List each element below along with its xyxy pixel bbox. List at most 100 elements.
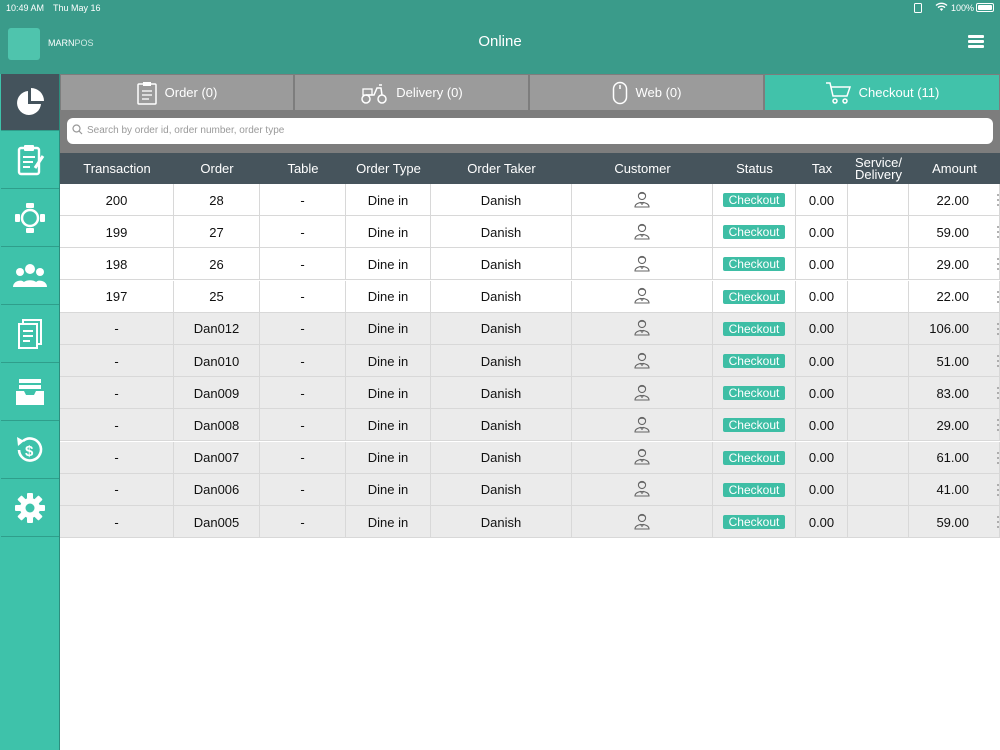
table-row[interactable]: 198 26- Dine in Danish Checkout 0.00 29.00	[60, 248, 1000, 281]
cell-status: Checkout	[713, 506, 796, 538]
cell-amount: 83.00	[909, 377, 1000, 410]
cell-customer	[572, 248, 713, 281]
cell-tax: 0.00	[796, 248, 848, 281]
tab-delivery[interactable]: Delivery (0)	[294, 74, 529, 111]
tab-checkout[interactable]: Checkout (11)	[764, 74, 1000, 111]
sidebar-item-refunds[interactable]: $	[1, 422, 59, 479]
battery-icon	[976, 3, 994, 12]
cell-service-delivery	[848, 184, 909, 216]
status-bar: 10:49 AM Thu May 16 100%	[0, 0, 1000, 16]
table-row[interactable]: - Dan009- Dine in Danish Checkout 0.00 83.00	[60, 377, 1000, 410]
cell-table: -	[260, 409, 346, 442]
column-header-amount: Amount	[932, 160, 977, 176]
sidebar-item-tables[interactable]	[1, 190, 59, 247]
cell-customer	[572, 280, 713, 313]
cell-order-type: Dine in	[346, 441, 431, 474]
receipt-icon	[18, 319, 42, 349]
tab-order[interactable]: Order (0)	[60, 74, 294, 111]
cell-customer	[572, 409, 713, 442]
app-header: 10:49 AM Thu May 16 100% MARNPOS Online	[0, 0, 1000, 74]
table-row[interactable]: - Dan005- Dine in Danish Checkout 0.00 59.00	[60, 506, 1000, 538]
cell-status: Checkout	[713, 473, 796, 506]
cell-amount: 41.00	[909, 473, 1000, 506]
sidebar-item-customers[interactable]	[1, 248, 59, 305]
customer-avatar-icon[interactable]	[633, 222, 651, 243]
status-badge: Checkout	[722, 321, 786, 336]
status-badge: Checkout	[722, 386, 786, 401]
cell-amount: 22.00	[909, 280, 1000, 313]
column-header-order: Order	[200, 160, 234, 176]
search-input[interactable]	[87, 120, 967, 140]
customer-avatar-icon[interactable]	[633, 415, 651, 436]
cell-amount: 59.00	[909, 216, 1000, 249]
table-row[interactable]: - Dan007- Dine in Danish Checkout 0.00 61.00	[60, 441, 1000, 474]
sidebar-item-settings[interactable]	[1, 480, 59, 537]
cell-order-type: Dine in	[346, 345, 431, 377]
column-header-transaction: Transaction	[83, 160, 151, 176]
status-date: Thu May 16	[53, 3, 101, 13]
cell-service-delivery	[848, 248, 909, 281]
customer-avatar-icon[interactable]	[633, 190, 651, 211]
customer-avatar-icon[interactable]	[633, 447, 651, 468]
table-row[interactable]: - Dan006- Dine in Danish Checkout 0.00 41.00	[60, 473, 1000, 506]
cell-service-delivery	[848, 280, 909, 313]
sidebar-item-dashboard[interactable]	[1, 74, 59, 131]
cell-table: -	[260, 345, 346, 377]
cell-table: -	[260, 248, 346, 281]
column-header-table: Table	[287, 160, 319, 176]
table-row[interactable]: - Dan010- Dine in Danish Checkout 0.00 51.00	[60, 345, 1000, 377]
tab-order-label: Order (0)	[164, 85, 218, 100]
table-header: Transaction Order Table Order Type Order Tak…	[60, 153, 1000, 184]
cell-order-taker: Danish	[431, 377, 572, 410]
cell-order-type: Dine in	[346, 377, 431, 410]
tab-web[interactable]: Web (0)	[529, 74, 764, 111]
table-row[interactable]: 197 25- Dine in Danish Checkout 0.00 22.00	[60, 280, 1000, 313]
cell-transaction: 200	[60, 184, 174, 216]
cell-status: Checkout	[713, 441, 796, 474]
customer-avatar-icon[interactable]	[633, 351, 651, 372]
sidebar-item-inventory[interactable]	[1, 364, 59, 421]
column-header-status: Status	[736, 160, 773, 176]
sidebar-item-orders[interactable]	[1, 132, 59, 189]
cell-tax: 0.00	[796, 345, 848, 377]
inbox-tray-icon	[16, 379, 44, 405]
cell-table: -	[260, 280, 346, 313]
cell-order-taker: Danish	[431, 506, 572, 538]
status-badge: Checkout	[722, 193, 786, 207]
cell-status: Checkout	[713, 345, 796, 377]
customer-avatar-icon[interactable]	[633, 383, 651, 404]
status-badge: Checkout	[722, 482, 786, 497]
cell-transaction: 199	[60, 216, 174, 249]
search-icon	[72, 124, 83, 135]
cell-order: Dan008	[174, 409, 260, 442]
cell-amount: 29.00	[909, 248, 1000, 281]
customer-avatar-icon[interactable]	[633, 318, 651, 339]
cell-table: -	[260, 184, 346, 216]
cell-tax: 0.00	[796, 184, 848, 216]
table-row[interactable]: 200 28- Dine in Danish Checkout 0.00 22.00	[60, 184, 1000, 216]
cell-customer	[572, 473, 713, 506]
cell-order: 26	[174, 248, 260, 281]
customer-avatar-icon[interactable]	[633, 512, 651, 533]
scooter-icon	[361, 83, 388, 104]
customer-avatar-icon[interactable]	[633, 286, 651, 307]
table-row[interactable]: - Dan012- Dine in Danish Checkout 0.00 106.00	[60, 312, 1000, 345]
table-row[interactable]: 199 27- Dine in Danish Checkout 0.00 59.00	[60, 216, 1000, 249]
cell-customer	[572, 184, 713, 216]
cell-order-type: Dine in	[346, 184, 431, 216]
menu-icon[interactable]	[968, 35, 984, 49]
cell-order: 25	[174, 280, 260, 313]
cell-transaction: -	[60, 345, 174, 377]
status-badge: Checkout	[722, 515, 786, 529]
cell-transaction: -	[60, 409, 174, 442]
cell-order: Dan010	[174, 345, 260, 377]
order-tabs: Order (0) Delivery (0) Web (0) Checkout …	[60, 74, 1000, 111]
cell-table: -	[260, 473, 346, 506]
customer-avatar-icon[interactable]	[633, 479, 651, 500]
cell-status: Checkout	[713, 216, 796, 249]
cell-order-taker: Danish	[431, 441, 572, 474]
sidebar-item-receipts[interactable]	[1, 306, 59, 363]
cell-order-type: Dine in	[346, 280, 431, 313]
customer-avatar-icon[interactable]	[633, 254, 651, 275]
table-row[interactable]: - Dan008- Dine in Danish Checkout 0.00 29.00	[60, 409, 1000, 442]
